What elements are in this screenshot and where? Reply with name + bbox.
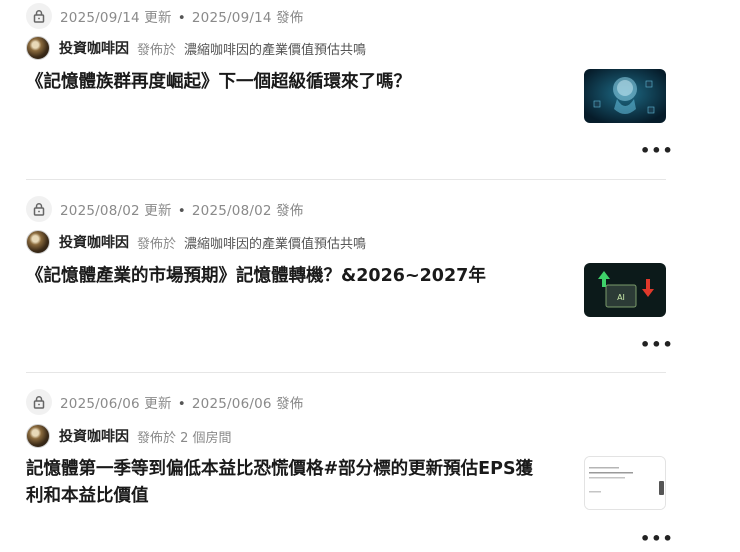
svg-text:AI: AI: [617, 293, 625, 302]
published-date: 2025/06/06 發佈: [191, 396, 304, 412]
post-thumbnail[interactable]: [584, 69, 666, 123]
more-options-button[interactable]: •••: [640, 141, 674, 160]
posted-in-label: 發佈於: [137, 236, 177, 252]
divider: [26, 372, 666, 373]
updated-date: 2025/08/02 更新: [60, 203, 172, 219]
author-name[interactable]: 投資咖啡因: [59, 38, 129, 58]
avatar[interactable]: [26, 230, 50, 254]
more-options-button[interactable]: •••: [640, 529, 674, 548]
rooms-link[interactable]: 發佈於 2 個房間: [137, 427, 232, 446]
lock-icon: [26, 3, 52, 29]
post-meta: 2025/06/06 更新 • 2025/06/06 發佈: [26, 389, 304, 415]
meta-separator: •: [177, 10, 186, 26]
post-title[interactable]: 記憶體第一季等到偏低本益比恐慌價格#部分標的更新預估EPS獲利和本益比價值: [26, 456, 546, 510]
post-feed: 2025/09/14 更新 • 2025/09/14 發佈 投資咖啡因 發佈於 濃縮…: [0, 0, 740, 552]
more-options-button[interactable]: •••: [640, 335, 674, 354]
post-title[interactable]: 《記憶體族群再度崛起》下一個超級循環來了嗎？: [26, 69, 546, 96]
room-link[interactable]: 濃縮咖啡因的產業價值預估共鳴: [184, 39, 366, 58]
room-link[interactable]: 濃縮咖啡因的產業價值預估共鳴: [184, 233, 366, 252]
published-date: 2025/09/14 發佈: [191, 10, 304, 26]
post-thumbnail[interactable]: AI: [584, 263, 666, 317]
author-name[interactable]: 投資咖啡因: [59, 426, 129, 446]
author-row: 投資咖啡因 發佈於 2 個房間: [26, 423, 240, 449]
post-meta: 2025/08/02 更新 • 2025/08/02 發佈: [26, 196, 304, 222]
author-row: 投資咖啡因 發佈於 濃縮咖啡因的產業價值預估共鳴: [26, 35, 366, 61]
avatar[interactable]: [26, 424, 50, 448]
lock-icon: [26, 389, 52, 415]
updated-date: 2025/09/14 更新: [60, 10, 172, 26]
published-date: 2025/08/02 發佈: [191, 203, 304, 219]
post-thumbnail[interactable]: [584, 456, 666, 510]
author-row: 投資咖啡因 發佈於 濃縮咖啡因的產業價值預估共鳴: [26, 229, 366, 255]
lock-icon: [26, 196, 52, 222]
meta-separator: •: [177, 396, 186, 412]
meta-separator: •: [177, 203, 186, 219]
divider: [26, 179, 666, 180]
post-meta: 2025/09/14 更新 • 2025/09/14 發佈: [26, 3, 304, 29]
updated-date: 2025/06/06 更新: [60, 396, 172, 412]
posted-in-label: 發佈於: [137, 42, 177, 58]
author-name[interactable]: 投資咖啡因: [59, 232, 129, 252]
avatar[interactable]: [26, 36, 50, 60]
post-title[interactable]: 《記憶體產業的市場預期》記憶體轉機？&2026~2027年: [26, 263, 546, 290]
